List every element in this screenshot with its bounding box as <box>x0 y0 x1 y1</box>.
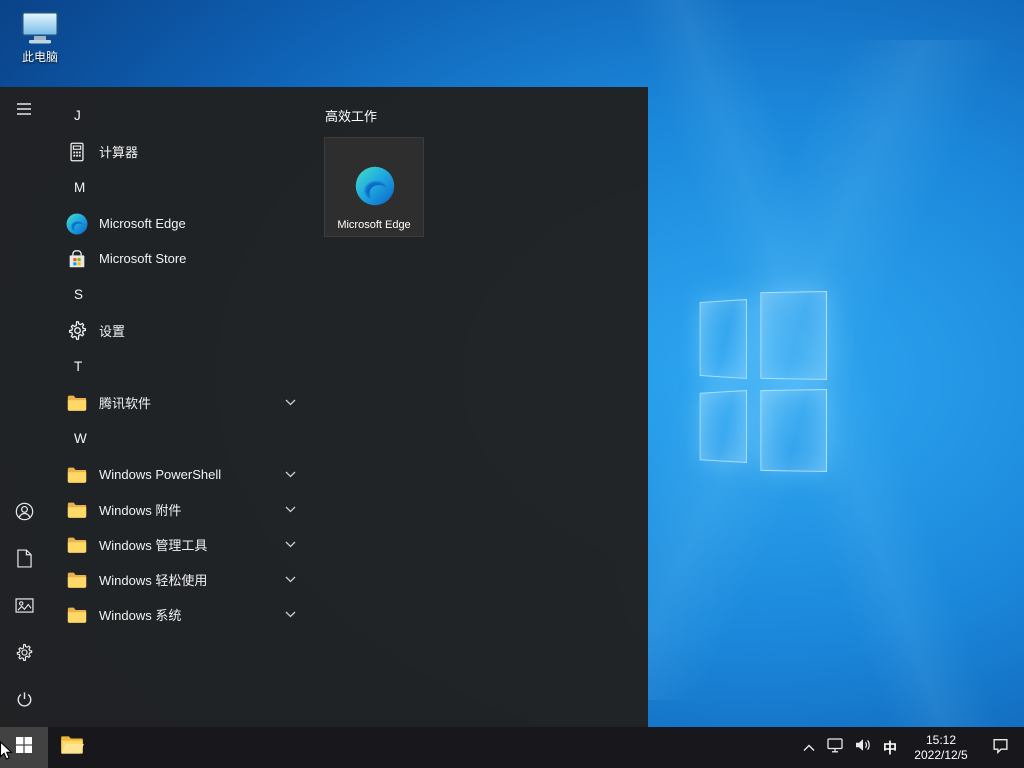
windows-logo-icon <box>16 737 32 758</box>
pictures-button[interactable] <box>0 584 48 631</box>
app-label: Windows 系统 <box>99 605 181 624</box>
tray-overflow-button[interactable] <box>796 727 822 768</box>
app-list-item-microsoft-store[interactable]: Microsoft Store <box>48 241 310 276</box>
folder-icon <box>65 603 89 627</box>
ime-label: 中 <box>883 738 897 758</box>
tile-microsoft-edge[interactable]: Microsoft Edge <box>324 137 424 237</box>
app-label: Microsoft Store <box>99 251 186 266</box>
app-list-item-calculator[interactable]: 计算器 <box>48 134 310 169</box>
folder-icon <box>65 391 89 415</box>
settings-button[interactable] <box>0 631 48 678</box>
app-label: Microsoft Edge <box>99 216 186 231</box>
wallpaper-windows-logo-pane <box>760 291 827 380</box>
clock-date: 2022/12/5 <box>914 748 967 763</box>
this-pc-icon <box>20 10 60 46</box>
network-icon <box>827 738 845 758</box>
ime-indicator[interactable]: 中 <box>876 727 904 768</box>
app-list-folder-windows-system[interactable]: Windows 系统 <box>48 597 310 632</box>
gear-icon <box>65 319 89 343</box>
app-label: Windows PowerShell <box>99 467 221 482</box>
app-label: 腾讯软件 <box>99 393 151 412</box>
app-list-item-settings[interactable]: 设置 <box>48 313 310 348</box>
chevron-down-icon[interactable] <box>285 471 296 478</box>
app-list-folder-windows-ease-of-access[interactable]: Windows 轻松使用 <box>48 562 310 597</box>
app-list-folder-windows-admin-tools[interactable]: Windows 管理工具 <box>48 527 310 562</box>
app-list-folder-tencent[interactable]: 腾讯软件 <box>48 385 310 420</box>
file-explorer-button[interactable] <box>48 727 96 768</box>
tile-label: Microsoft Edge <box>325 219 423 231</box>
taskbar: 中 15:12 2022/12/5 <box>0 727 1024 768</box>
app-list-folder-windows-powershell[interactable]: Windows PowerShell <box>48 457 310 492</box>
system-tray: 中 15:12 2022/12/5 <box>796 727 1024 768</box>
section-letter: W <box>74 431 87 446</box>
section-header-s[interactable]: S <box>48 276 310 313</box>
settings-icon <box>15 643 34 667</box>
calculator-icon <box>65 140 89 164</box>
folder-icon <box>65 463 89 487</box>
action-center-button[interactable] <box>978 727 1022 768</box>
start-menu-rail <box>0 87 48 727</box>
hamburger-menu-button[interactable] <box>0 87 48 135</box>
wallpaper-windows-logo-pane <box>700 299 747 379</box>
pictures-icon <box>15 598 34 618</box>
documents-icon <box>17 549 32 573</box>
edge-icon <box>353 164 397 208</box>
section-letter: M <box>74 180 85 195</box>
section-header-j[interactable]: J <box>48 97 310 134</box>
desktop-icon-this-pc[interactable]: 此电脑 <box>8 10 72 66</box>
wallpaper-windows-logo-pane <box>700 390 747 463</box>
start-tiles-area: 高效工作 Microsoft Edge <box>310 87 648 727</box>
app-label: Windows 管理工具 <box>99 535 207 554</box>
desktop: 此电脑 <box>0 0 1024 768</box>
action-center-icon <box>992 737 1009 759</box>
start-button[interactable] <box>0 727 48 768</box>
section-letter: S <box>74 287 83 302</box>
folder-icon <box>65 533 89 557</box>
documents-button[interactable] <box>0 537 48 584</box>
app-list-item-microsoft-edge[interactable]: Microsoft Edge <box>48 206 310 241</box>
user-account-button[interactable] <box>0 490 48 537</box>
app-label: 计算器 <box>99 142 138 161</box>
user-icon <box>15 502 34 526</box>
clock[interactable]: 15:12 2022/12/5 <box>904 727 978 768</box>
desktop-icon-label: 此电脑 <box>22 50 58 64</box>
chevron-down-icon[interactable] <box>285 399 296 406</box>
chevron-down-icon[interactable] <box>285 611 296 618</box>
app-label: Windows 附件 <box>99 500 181 519</box>
tile-group-title[interactable]: 高效工作 <box>325 107 648 127</box>
volume-button[interactable] <box>849 727 876 768</box>
wallpaper-windows-logo-pane <box>760 389 827 472</box>
power-icon <box>16 691 33 713</box>
folder-icon <box>65 498 89 522</box>
folder-icon <box>65 568 89 592</box>
edge-icon <box>65 212 89 236</box>
chevron-down-icon[interactable] <box>285 506 296 513</box>
clock-time: 15:12 <box>926 733 956 748</box>
volume-icon <box>854 738 872 757</box>
hamburger-icon <box>16 102 32 121</box>
start-menu: J 计算器 M Microsoft Edge <box>0 87 648 727</box>
chevron-down-icon[interactable] <box>285 541 296 548</box>
app-label: Windows 轻松使用 <box>99 570 207 589</box>
start-menu-app-list: J 计算器 M Microsoft Edge <box>48 87 310 727</box>
chevron-down-icon[interactable] <box>285 576 296 583</box>
section-letter: J <box>74 108 81 123</box>
app-list-folder-windows-accessories[interactable]: Windows 附件 <box>48 492 310 527</box>
section-letter: T <box>74 359 82 374</box>
store-icon <box>65 247 89 271</box>
power-button[interactable] <box>0 678 48 725</box>
app-label: 设置 <box>99 321 125 340</box>
file-explorer-icon <box>59 732 85 763</box>
section-header-m[interactable]: M <box>48 169 310 206</box>
section-header-w[interactable]: W <box>48 420 310 457</box>
chevron-up-icon <box>803 739 815 757</box>
network-button[interactable] <box>822 727 849 768</box>
section-header-t[interactable]: T <box>48 348 310 385</box>
